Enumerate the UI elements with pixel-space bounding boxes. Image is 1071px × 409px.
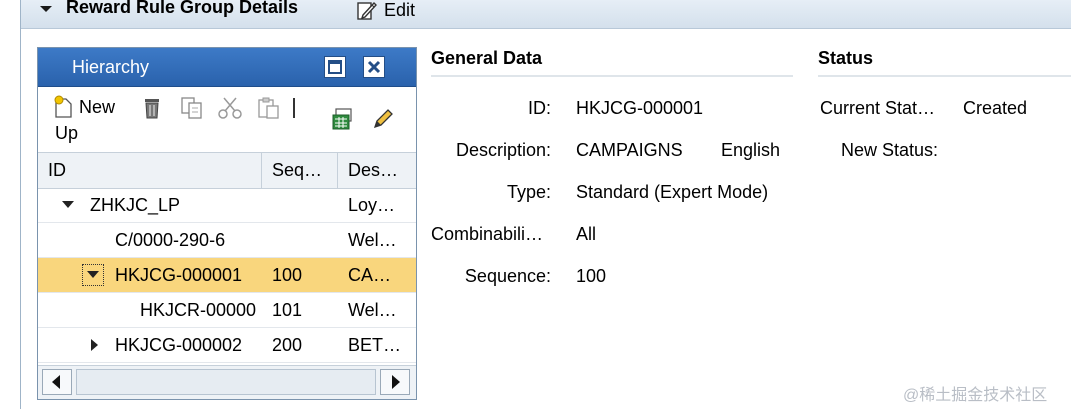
row-sequence: [272, 188, 332, 222]
row-description: Wel…: [348, 230, 397, 250]
hierarchy-toolbar: New Up: [38, 87, 416, 151]
combinability-value: All: [576, 224, 597, 244]
column-header-description[interactable]: Des…: [338, 153, 416, 188]
table-row[interactable]: HKJCR-00000 101 Wel…: [38, 293, 416, 328]
row-sequence: 100: [272, 265, 303, 285]
hierarchy-grid-header: ID Seq… Des…: [38, 152, 416, 189]
cut-scissors-icon[interactable]: [217, 96, 243, 120]
horizontal-scrollbar[interactable]: [38, 365, 416, 399]
column-header-id[interactable]: ID: [38, 153, 262, 188]
row-id: HKJCR-00000: [140, 300, 257, 320]
table-row[interactable]: C/0000-290-6 Wel…: [38, 223, 416, 258]
delete-trash-icon[interactable]: [141, 96, 163, 120]
scroll-right-button[interactable]: [380, 369, 410, 395]
hierarchy-titlebar: Hierarchy: [38, 48, 416, 87]
page-title: Reward Rule Group Details: [66, 0, 299, 17]
sequence-label: Sequence:: [464, 266, 551, 286]
table-row[interactable]: ZHKJC_LP Loy…: [38, 188, 416, 223]
close-button[interactable]: [363, 56, 385, 78]
new-button[interactable]: New: [53, 95, 115, 119]
hierarchy-grid-body: ZHKJC_LP Loy… C/0000-290-6 Wel… HKJCG-00…: [38, 188, 416, 363]
row-id: ZHKJC_LP: [90, 195, 181, 215]
description-value: CAMPAIGNS: [576, 140, 683, 160]
up-button[interactable]: Up: [55, 123, 78, 144]
table-row-selected[interactable]: HKJCG-000001 100 CA…: [38, 258, 416, 293]
current-status-value: Created: [963, 98, 1028, 118]
current-status-label: Current Stat…: [820, 98, 936, 118]
arrow-left-icon: [52, 375, 60, 389]
arrow-right-icon: [392, 375, 400, 389]
new-document-icon: [54, 95, 72, 118]
id-value: HKJCG-000001: [576, 98, 704, 118]
type-label: Type:: [506, 182, 551, 202]
id-label: ID:: [527, 98, 551, 118]
paste-clipboard-icon[interactable]: [256, 96, 282, 120]
edit-button[interactable]: Edit: [356, 0, 415, 24]
maximize-icon: [328, 60, 342, 74]
row-description: BET…: [348, 335, 402, 355]
maximize-button[interactable]: [324, 56, 346, 78]
column-header-sequence[interactable]: Seq…: [262, 153, 338, 188]
watermark: @稀土掘金技术社区: [903, 387, 1048, 404]
sequence-value: 100: [576, 266, 607, 286]
row-sequence: 101: [272, 300, 303, 320]
hierarchy-panel: Hierarchy New Up ID Seq… Des… ZHKJC_LP L…: [37, 47, 417, 400]
row-id: HKJCG-000001: [115, 265, 243, 285]
spreadsheet-export-icon[interactable]: [331, 107, 355, 131]
status-title: Status: [818, 48, 874, 68]
left-strip: [0, 0, 21, 409]
edit-pencil-icon[interactable]: [371, 107, 395, 131]
scroll-left-button[interactable]: [42, 369, 72, 395]
row-id: C/0000-290-6: [115, 230, 226, 250]
collapse-triangle-icon[interactable]: [40, 6, 52, 12]
toolbar-separator: [293, 98, 295, 118]
edit-label: Edit: [384, 0, 416, 20]
hierarchy-title: Hierarchy: [72, 57, 150, 77]
copy-icon[interactable]: [179, 96, 205, 120]
row-sequence: [272, 223, 332, 257]
scrollbar-thumb[interactable]: [76, 369, 376, 395]
row-description: Loy…: [348, 195, 396, 215]
row-description: CA…: [348, 265, 392, 285]
row-id: HKJCG-000002: [115, 335, 243, 355]
new-status-label: New Status:: [840, 140, 938, 160]
general-data-divider: [431, 75, 793, 77]
close-icon: [367, 60, 381, 74]
details-header: Reward Rule Group Details Edit: [21, 0, 1071, 29]
language-value: English: [721, 140, 781, 160]
general-data-title: General Data: [431, 48, 543, 68]
combinability-label: Combinabili…: [431, 224, 544, 244]
row-description: Wel…: [348, 300, 397, 320]
row-sequence: 200: [272, 335, 303, 355]
table-row[interactable]: HKJCG-000002 200 BET…: [38, 328, 416, 363]
new-label: New: [79, 96, 116, 117]
description-label: Description:: [455, 140, 551, 160]
type-value: Standard (Expert Mode): [576, 182, 769, 202]
status-divider: [818, 75, 1071, 77]
edit-pencil-icon: [357, 1, 377, 20]
